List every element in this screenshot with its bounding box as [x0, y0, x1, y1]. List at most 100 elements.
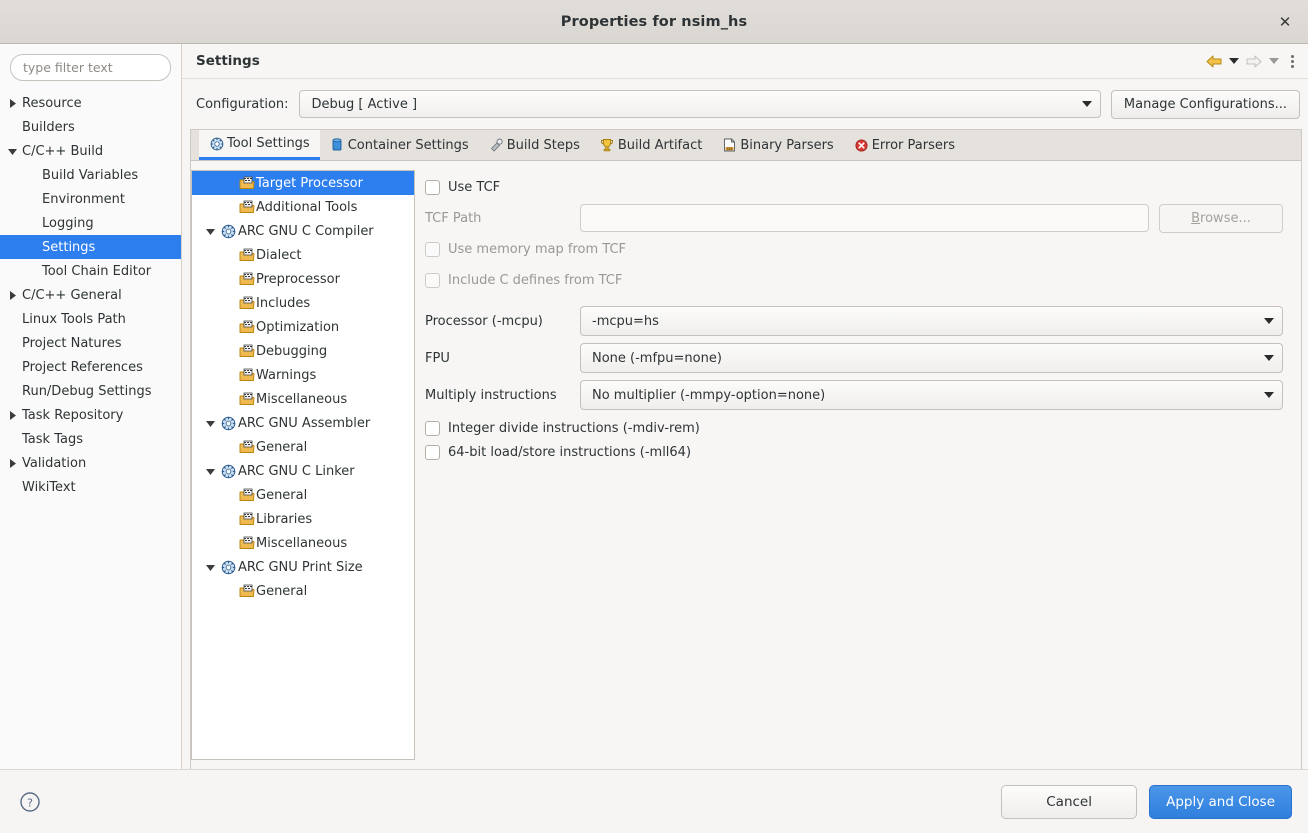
tool-tree-item-libraries[interactable]: Libraries — [192, 507, 414, 531]
forward-history-chevron-down-icon[interactable] — [1266, 50, 1282, 72]
tool-tree-item-debugging[interactable]: Debugging — [192, 339, 414, 363]
tool-tree-item-miscellaneous[interactable]: Miscellaneous — [192, 531, 414, 555]
chevron-right-icon[interactable] — [4, 287, 20, 303]
load-store-64-checkbox[interactable] — [425, 445, 440, 460]
chevron-right-icon[interactable] — [4, 455, 20, 471]
no-twisty — [24, 191, 40, 207]
tab-container-settings[interactable]: Container Settings — [320, 130, 479, 160]
multiply-instructions-row: Multiply instructions No multiplier (-mm… — [425, 380, 1283, 410]
fpu-select[interactable]: None (-mfpu=none) — [580, 343, 1283, 373]
chevron-right-icon[interactable] — [4, 407, 20, 423]
configuration-select[interactable]: Debug [ Active ] — [299, 90, 1101, 118]
container-icon — [330, 138, 345, 153]
load-store-64-label[interactable]: 64-bit load/store instructions (-mll64) — [448, 445, 691, 460]
include-c-defines-row: Include C defines from TCF — [425, 265, 1283, 295]
tool-tree-item-arc-gnu-assembler[interactable]: ARC GNU Assembler — [192, 411, 414, 435]
tab-build-artifact[interactable]: Build Artifact — [590, 130, 713, 160]
page-header: Settings — [182, 44, 1308, 79]
tool-tree-item-includes[interactable]: Includes — [192, 291, 414, 315]
use-tcf-checkbox[interactable] — [425, 180, 440, 195]
tool-tree-item-arc-gnu-c-linker[interactable]: ARC GNU C Linker — [192, 459, 414, 483]
tool-tree-item-arc-gnu-print-size[interactable]: ARC GNU Print Size — [192, 555, 414, 579]
sidebar-item-validation[interactable]: Validation — [0, 451, 181, 475]
processor-select[interactable]: -mcpu=hs — [580, 306, 1283, 336]
tool-tree-item-label: Preprocessor — [256, 272, 340, 287]
cancel-button[interactable]: Cancel — [1001, 785, 1137, 819]
close-icon[interactable]: ✕ — [1270, 7, 1300, 37]
manage-configurations-button[interactable]: Manage Configurations... — [1111, 90, 1300, 119]
sidebar-item-builders[interactable]: Builders — [0, 115, 181, 139]
sidebar-item-label: Task Repository — [20, 408, 123, 423]
sidebar-item-label: WikiText — [20, 480, 76, 495]
tool-tree-item-target-processor[interactable]: Target Processor — [192, 171, 414, 195]
kebab-menu-icon[interactable] — [1284, 50, 1300, 72]
use-memory-map-row: Use memory map from TCF — [425, 234, 1283, 264]
tool-tree-item-optimization[interactable]: Optimization — [192, 315, 414, 339]
sidebar-item-task-tags[interactable]: Task Tags — [0, 427, 181, 451]
multiply-instructions-select[interactable]: No multiplier (-mmpy-option=none) — [580, 380, 1283, 410]
sidebar-item-resource[interactable]: Resource — [0, 91, 181, 115]
tool-tree-item-miscellaneous[interactable]: Miscellaneous — [192, 387, 414, 411]
no-twisty — [4, 119, 20, 135]
tool-tree-item-arc-gnu-c-compiler[interactable]: ARC GNU C Compiler — [192, 219, 414, 243]
sidebar-item-tool-chain-editor[interactable]: Tool Chain Editor — [0, 259, 181, 283]
tcf-path-input — [580, 204, 1149, 232]
use-memory-map-checkbox — [425, 242, 440, 257]
sidebar-item-run-debug-settings[interactable]: Run/Debug Settings — [0, 379, 181, 403]
tool-tree-item-warnings[interactable]: Warnings — [192, 363, 414, 387]
integer-divide-checkbox[interactable] — [425, 421, 440, 436]
chevron-down-icon[interactable] — [4, 143, 20, 159]
chevron-right-icon[interactable] — [4, 95, 20, 111]
tab-error-parsers[interactable]: Error Parsers — [844, 130, 965, 160]
chevron-down-icon — [1264, 355, 1274, 361]
folder-icon — [237, 536, 256, 550]
sidebar-item-environment[interactable]: Environment — [0, 187, 181, 211]
chevron-down-icon — [1264, 318, 1274, 324]
tab-label: Binary Parsers — [740, 138, 833, 153]
dialog-footer: ? Cancel Apply and Close — [0, 769, 1308, 833]
sidebar-item-c-c-general[interactable]: C/C++ General — [0, 283, 181, 307]
include-c-defines-label: Include C defines from TCF — [448, 273, 622, 288]
sidebar-item-logging[interactable]: Logging — [0, 211, 181, 235]
tab-build-steps[interactable]: Build Steps — [479, 130, 590, 160]
help-icon[interactable]: ? — [18, 790, 42, 814]
configuration-row: Configuration: Debug [ Active ] Manage C… — [182, 79, 1308, 129]
sidebar-item-project-natures[interactable]: Project Natures — [0, 331, 181, 355]
tab-label: Build Artifact — [618, 138, 703, 153]
sidebar-item-c-c-build[interactable]: C/C++ Build — [0, 139, 181, 163]
integer-divide-label[interactable]: Integer divide instructions (-mdiv-rem) — [448, 421, 700, 436]
folder-icon — [237, 584, 256, 598]
use-tcf-label[interactable]: Use TCF — [448, 180, 500, 195]
tool-tree-item-general[interactable]: General — [192, 579, 414, 603]
no-twisty — [4, 431, 20, 447]
use-tcf-row: Use TCF — [425, 172, 1283, 202]
tab-binary-parsers[interactable]: 010Binary Parsers — [712, 130, 843, 160]
filter-input[interactable] — [10, 54, 171, 81]
folder-icon — [237, 392, 256, 406]
chevron-down-icon[interactable] — [201, 418, 219, 429]
chevron-down-icon[interactable] — [201, 466, 219, 477]
tool-tree-item-label: Optimization — [256, 320, 339, 335]
back-arrow-icon[interactable] — [1204, 50, 1224, 72]
tool-tree-item-dialect[interactable]: Dialect — [192, 243, 414, 267]
sidebar-item-task-repository[interactable]: Task Repository — [0, 403, 181, 427]
chevron-down-icon[interactable] — [201, 226, 219, 237]
apply-and-close-button[interactable]: Apply and Close — [1149, 785, 1292, 819]
tool-tree[interactable]: Target Processor Additional Tools ARC GNU … — [191, 170, 415, 760]
back-history-chevron-down-icon[interactable] — [1226, 50, 1242, 72]
target-processor-form: Use TCF TCF Path Browse... Use memory ma… — [415, 170, 1301, 769]
tool-tree-item-preprocessor[interactable]: Preprocessor — [192, 267, 414, 291]
sidebar-item-wikitext[interactable]: WikiText — [0, 475, 181, 499]
use-memory-map-label: Use memory map from TCF — [448, 242, 626, 257]
window-title: Properties for nsim_hs — [561, 14, 747, 30]
tool-tree-item-additional-tools[interactable]: Additional Tools — [192, 195, 414, 219]
tool-tree-item-general[interactable]: General — [192, 483, 414, 507]
tool-tree-item-general[interactable]: General — [192, 435, 414, 459]
sidebar-item-project-references[interactable]: Project References — [0, 355, 181, 379]
sidebar-item-build-variables[interactable]: Build Variables — [0, 163, 181, 187]
sidebar-item-settings[interactable]: Settings — [0, 235, 181, 259]
tab-tool-settings[interactable]: Tool Settings — [199, 130, 320, 160]
chevron-down-icon[interactable] — [201, 562, 219, 573]
tool-tree-item-label: Additional Tools — [256, 200, 357, 215]
sidebar-item-linux-tools-path[interactable]: Linux Tools Path — [0, 307, 181, 331]
